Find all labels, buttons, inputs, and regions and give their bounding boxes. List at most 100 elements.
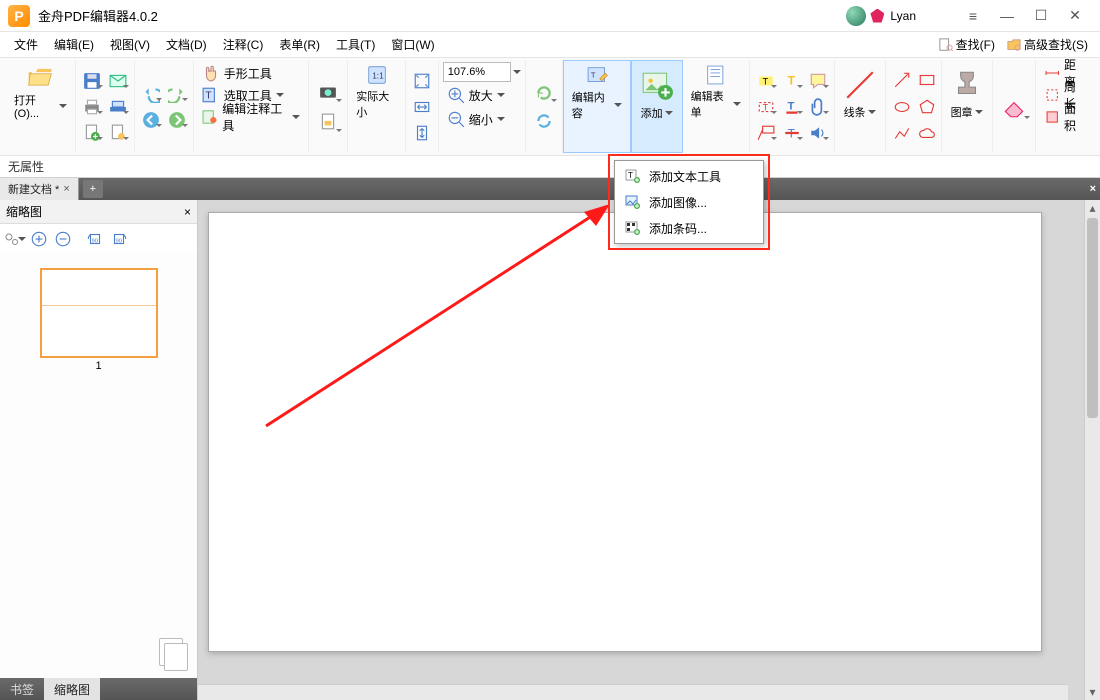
highlight-button[interactable]: T <box>754 69 778 93</box>
avatar[interactable] <box>846 6 866 26</box>
underline-button[interactable]: T <box>780 95 804 119</box>
eraser-icon <box>1001 94 1027 120</box>
close-button[interactable]: ✕ <box>1058 4 1092 28</box>
side-settings-button[interactable] <box>4 228 26 250</box>
rect-shape-button[interactable] <box>915 68 939 92</box>
svg-text:T: T <box>205 90 211 101</box>
workspace: 缩略图 × 90 90 1 书签 缩略图 <box>0 200 1100 700</box>
polyline-shape-button[interactable] <box>890 122 914 146</box>
note-button[interactable] <box>806 69 830 93</box>
scroll-down-button[interactable]: ▾ <box>1085 684 1100 700</box>
snapshot-button[interactable] <box>313 77 343 107</box>
menu-annotate[interactable]: 注释(C) <box>217 34 270 55</box>
menu-window[interactable]: 窗口(W) <box>385 34 440 55</box>
text-color-button[interactable]: T <box>780 69 804 93</box>
rotate-ccw-button[interactable]: 90 <box>84 228 106 250</box>
rotate-cw-button[interactable]: 90 <box>108 228 130 250</box>
canvas-area: ▴ ▾ <box>198 200 1100 700</box>
fit-page-button[interactable] <box>410 69 434 93</box>
add-barcode-label: 添加条码... <box>649 220 707 237</box>
side-panel-close-button[interactable]: × <box>184 205 191 219</box>
app-menu-button[interactable]: ≡ <box>956 4 990 28</box>
fit-height-button[interactable] <box>410 121 434 145</box>
menu-tools[interactable]: 工具(T) <box>330 34 381 55</box>
menu-edit[interactable]: 编辑(E) <box>48 34 100 55</box>
add-image-item[interactable]: 添加图像... <box>615 189 763 215</box>
stamp-button[interactable]: 图章 <box>946 62 988 122</box>
forward-button[interactable] <box>165 108 189 132</box>
tab-close-button[interactable]: × <box>63 183 69 195</box>
fit-width-button[interactable] <box>410 95 434 119</box>
zoom-input[interactable] <box>443 62 511 82</box>
side-panel-title: 缩略图 <box>6 203 42 220</box>
hand-tool-button[interactable]: 手形工具 <box>198 62 276 84</box>
doc-page-button[interactable] <box>313 107 343 137</box>
menu-document[interactable]: 文档(D) <box>160 34 213 55</box>
new-doc-button[interactable] <box>80 121 104 145</box>
lines-button[interactable]: 线条 <box>839 62 881 122</box>
zoom-in-icon <box>447 86 465 104</box>
audio-button[interactable] <box>806 121 830 145</box>
save-icon <box>83 72 101 90</box>
premium-icon <box>870 9 884 23</box>
scan-button[interactable] <box>106 95 130 119</box>
doc-settings-button[interactable] <box>106 121 130 145</box>
side-zoom-out-button[interactable] <box>52 228 74 250</box>
page-thumbnail[interactable] <box>40 268 158 358</box>
edit-content-label: 编辑内容 <box>572 89 612 121</box>
area-button[interactable]: 面积 <box>1040 106 1090 128</box>
open-button[interactable]: 打开(O)... <box>10 62 71 122</box>
add-button[interactable]: 添加 <box>636 63 678 123</box>
back-button[interactable] <box>139 108 163 132</box>
menu-file[interactable]: 文件 <box>8 34 44 55</box>
polygon-icon <box>918 98 936 116</box>
tab-bookmarks[interactable]: 书签 <box>0 678 44 700</box>
refresh-button[interactable] <box>530 107 558 135</box>
menu-view[interactable]: 视图(V) <box>104 34 156 55</box>
svg-text:1:1: 1:1 <box>372 71 384 80</box>
hand-icon <box>202 64 220 82</box>
maximize-button[interactable]: ☐ <box>1024 4 1058 28</box>
scroll-thumb[interactable] <box>1087 218 1098 418</box>
edit-content-button[interactable]: T 编辑内容 <box>568 63 626 123</box>
strike-button[interactable]: T <box>780 121 804 145</box>
undo-button[interactable] <box>139 82 163 106</box>
edit-form-button[interactable]: 编辑表单 <box>687 62 745 122</box>
arrow-shape-button[interactable] <box>890 68 914 92</box>
tabbar-close-button[interactable]: × <box>1090 183 1096 195</box>
eraser-button[interactable] <box>997 90 1031 124</box>
scroll-up-button[interactable]: ▴ <box>1085 200 1100 216</box>
document-tab[interactable]: 新建文档 * × <box>0 178 79 200</box>
advanced-find-button[interactable]: 高级查找(S) <box>1003 34 1092 55</box>
minimize-button[interactable]: — <box>990 4 1024 28</box>
actual-size-button[interactable]: 1:1 实际大小 <box>352 62 401 122</box>
zoom-in-button[interactable]: 放大 <box>443 84 509 106</box>
add-text-item[interactable]: T 添加文本工具 <box>615 163 763 189</box>
ellipse-shape-button[interactable] <box>890 95 914 119</box>
add-barcode-item[interactable]: 添加条码... <box>615 215 763 241</box>
tab-add-button[interactable]: + <box>83 180 103 198</box>
horizontal-scrollbar[interactable] <box>198 684 1068 700</box>
zoom-out-button[interactable]: 缩小 <box>443 108 509 130</box>
side-panel-tabs: 书签 缩略图 <box>0 678 197 700</box>
menu-form[interactable]: 表单(R) <box>273 34 326 55</box>
annotation-tool-button[interactable]: 编辑注释工具 <box>198 106 304 128</box>
page-view[interactable] <box>208 212 1042 652</box>
canvas-viewport[interactable] <box>198 200 1084 700</box>
add-text-label: 添加文本工具 <box>649 168 721 185</box>
find-button[interactable]: 查找(F) <box>935 34 999 55</box>
zoom-dropdown-icon[interactable] <box>513 70 521 78</box>
mail-button[interactable] <box>106 69 130 93</box>
textbox-button[interactable]: T <box>754 95 778 119</box>
print-button[interactable] <box>80 95 104 119</box>
polygon-shape-button[interactable] <box>915 95 939 119</box>
vertical-scrollbar[interactable]: ▴ ▾ <box>1084 200 1100 700</box>
tab-thumbnails[interactable]: 缩略图 <box>44 678 100 700</box>
attach-button[interactable] <box>806 95 830 119</box>
callout-button[interactable] <box>754 121 778 145</box>
side-zoom-in-button[interactable] <box>28 228 50 250</box>
rotate-button[interactable] <box>530 79 558 107</box>
save-button[interactable] <box>80 69 104 93</box>
cloud-shape-button[interactable] <box>915 122 939 146</box>
redo-button[interactable] <box>165 82 189 106</box>
